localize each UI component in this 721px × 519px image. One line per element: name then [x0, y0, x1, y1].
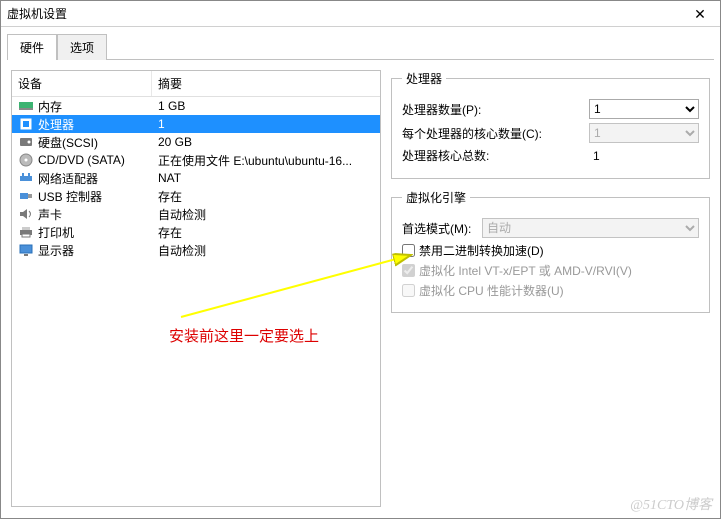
net-icon [18, 171, 34, 185]
device-name: 打印机 [38, 224, 152, 241]
proc-cores-label: 每个处理器的核心数量(C): [402, 125, 589, 142]
processors-legend: 处理器 [402, 70, 446, 87]
proc-cores-select: 1 [589, 123, 699, 143]
col-device[interactable]: 设备 [12, 71, 152, 96]
device-name: USB 控制器 [38, 188, 152, 205]
device-rows: 内存1 GB处理器1硬盘(SCSI)20 GBCD/DVD (SATA)正在使用… [12, 97, 380, 259]
cd-icon [18, 153, 34, 167]
close-icon[interactable]: ✕ [680, 1, 720, 27]
chk-binary-label: 禁用二进制转换加速(D) [419, 242, 544, 259]
device-row-2[interactable]: 硬盘(SCSI)20 GB [12, 133, 380, 151]
virt-group: 虚拟化引擎 首选模式(M): 自动 禁用二进制转换加速(D) 虚拟化 Intel… [391, 189, 710, 313]
device-name: 处理器 [38, 116, 152, 133]
device-row-3[interactable]: CD/DVD (SATA)正在使用文件 E:\ubuntu\ubuntu-16.… [12, 151, 380, 169]
display-icon [18, 243, 34, 257]
window-title: 虚拟机设置 [7, 5, 67, 22]
chk-vtx [402, 264, 415, 277]
col-summary[interactable]: 摘要 [152, 71, 380, 96]
device-summary: 正在使用文件 E:\ubuntu\ubuntu-16... [152, 152, 380, 169]
proc-count-select[interactable]: 1 [589, 99, 699, 119]
device-summary: 存在 [152, 224, 380, 241]
device-summary: 自动检测 [152, 242, 380, 259]
device-summary: 20 GB [152, 135, 380, 149]
cpu-icon [18, 117, 34, 131]
device-summary: NAT [152, 171, 380, 185]
memory-icon [18, 99, 34, 113]
device-name: 内存 [38, 98, 152, 115]
device-row-8[interactable]: 显示器自动检测 [12, 241, 380, 259]
device-name: CD/DVD (SATA) [38, 153, 152, 167]
chk-cpu-label: 虚拟化 CPU 性能计数器(U) [419, 282, 564, 299]
device-row-0[interactable]: 内存1 GB [12, 97, 380, 115]
list-header: 设备 摘要 [12, 71, 380, 97]
device-row-1[interactable]: 处理器1 [12, 115, 380, 133]
proc-count-label: 处理器数量(P): [402, 101, 589, 118]
proc-total-label: 处理器核心总数: [402, 147, 589, 164]
virt-mode-select: 自动 [482, 218, 699, 238]
titlebar: 虚拟机设置 ✕ [1, 1, 720, 27]
device-summary: 自动检测 [152, 206, 380, 223]
printer-icon [18, 225, 34, 239]
device-row-5[interactable]: USB 控制器存在 [12, 187, 380, 205]
device-summary: 1 [152, 117, 380, 131]
tab-options[interactable]: 选项 [57, 34, 107, 60]
chk-binary[interactable] [402, 244, 415, 257]
usb-icon [18, 189, 34, 203]
device-name: 显示器 [38, 242, 152, 259]
virt-legend: 虚拟化引擎 [402, 189, 470, 206]
virt-mode-label: 首选模式(M): [402, 220, 482, 237]
content-area: 设备 摘要 内存1 GB处理器1硬盘(SCSI)20 GBCD/DVD (SAT… [1, 60, 720, 517]
device-name: 声卡 [38, 206, 152, 223]
chk-cpu [402, 284, 415, 297]
device-row-6[interactable]: 声卡自动检测 [12, 205, 380, 223]
annotation-text: 安装前这里一定要选上 [169, 325, 319, 346]
tab-hardware[interactable]: 硬件 [7, 34, 57, 60]
device-summary: 存在 [152, 188, 380, 205]
right-panel: 处理器 处理器数量(P): 1 每个处理器的核心数量(C): 1 处理器核心总数… [391, 70, 710, 507]
device-list: 设备 摘要 内存1 GB处理器1硬盘(SCSI)20 GBCD/DVD (SAT… [11, 70, 381, 507]
device-row-4[interactable]: 网络适配器NAT [12, 169, 380, 187]
processors-group: 处理器 处理器数量(P): 1 每个处理器的核心数量(C): 1 处理器核心总数… [391, 70, 710, 179]
device-name: 硬盘(SCSI) [38, 134, 152, 151]
device-row-7[interactable]: 打印机存在 [12, 223, 380, 241]
chk-vtx-label: 虚拟化 Intel VT-x/EPT 或 AMD-V/RVI(V) [419, 262, 632, 279]
device-name: 网络适配器 [38, 170, 152, 187]
proc-total-value: 1 [589, 149, 699, 163]
disk-icon [18, 135, 34, 149]
device-summary: 1 GB [152, 99, 380, 113]
tab-strip: 硬件 选项 [1, 27, 720, 59]
watermark: @51CTO博客 [630, 494, 712, 514]
sound-icon [18, 207, 34, 221]
